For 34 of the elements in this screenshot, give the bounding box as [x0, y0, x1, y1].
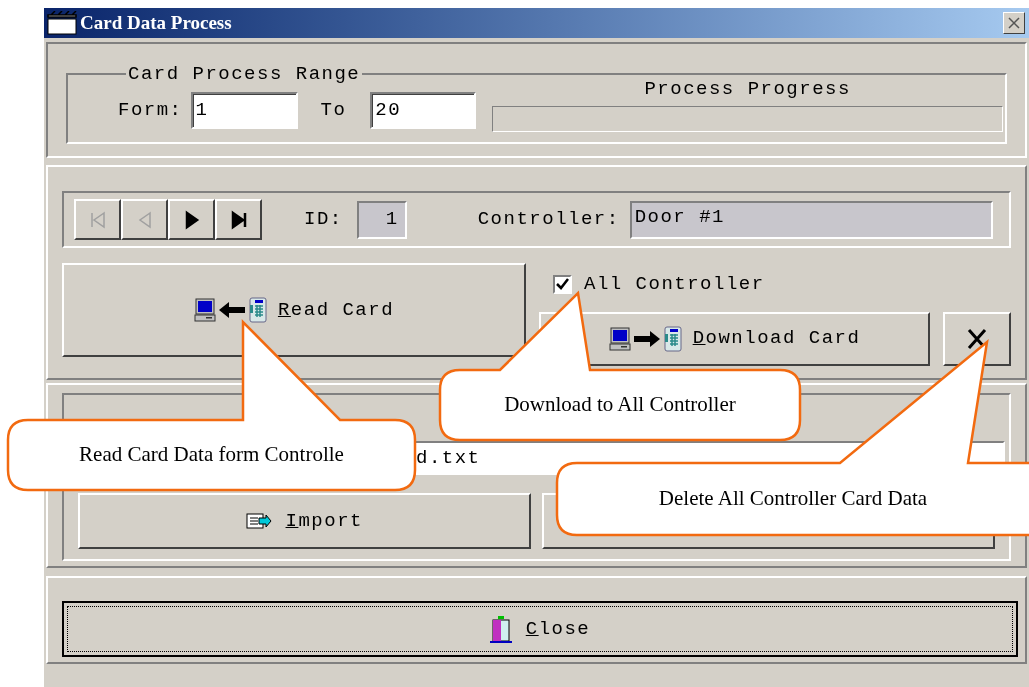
last-record-button[interactable] — [215, 199, 262, 240]
check-icon — [556, 278, 569, 291]
callout-text: Delete All Controller Card Data — [658, 485, 928, 513]
computer-icon — [608, 326, 631, 351]
cross-icon — [967, 327, 987, 350]
computer-icon — [193, 298, 216, 322]
exit-door-icon — [489, 615, 512, 643]
field-label: ID: — [304, 207, 343, 233]
field-label: Controller: — [477, 207, 620, 233]
callout-text: Download to All Controller — [504, 391, 736, 419]
field-label: To — [320, 98, 347, 123]
from-field[interactable]: 1 — [190, 91, 298, 129]
field-label: Form: — [118, 98, 183, 123]
import-button[interactable]: Import — [78, 493, 531, 549]
controller-field: Door #1 — [629, 200, 993, 239]
checkbox-label[interactable]: All Controller — [584, 270, 765, 299]
import-icon — [245, 512, 272, 530]
delete-button[interactable] — [943, 311, 1011, 366]
to-field[interactable]: 20 — [370, 91, 477, 129]
id-field: 1 — [356, 200, 407, 239]
right-arrow-icon — [632, 328, 661, 349]
group-title: Card Process Range — [127, 62, 362, 87]
keypad-icon — [662, 325, 683, 352]
callout-text: Read Card Data form Controlle — [79, 441, 344, 469]
next-record-button[interactable] — [168, 199, 215, 240]
checkbox[interactable] — [553, 274, 572, 294]
window-title: Card Data Process — [80, 10, 232, 35]
read-card-button[interactable]: Read Card — [62, 263, 526, 357]
close-icon — [1008, 17, 1020, 29]
clapperboard-icon — [46, 11, 78, 35]
left-arrow-icon — [217, 300, 246, 320]
close-button[interactable] — [1003, 12, 1025, 34]
keypad-icon — [247, 297, 268, 323]
progress-label: Process Progress — [644, 76, 851, 102]
